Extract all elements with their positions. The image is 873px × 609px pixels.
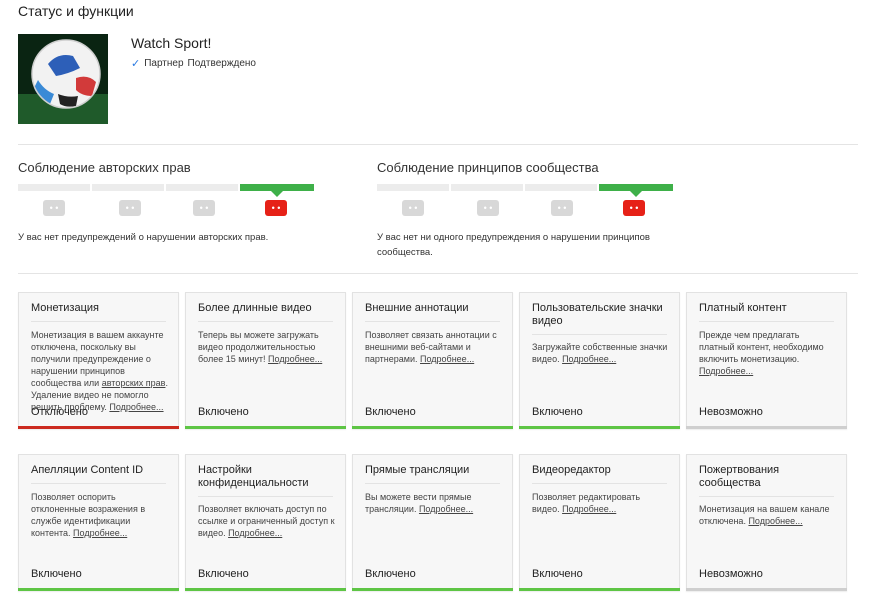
channel-avatar[interactable] [18, 34, 108, 124]
feature-card-fan-funding[interactable]: Пожертвования сообщества Монетизация на … [686, 454, 847, 591]
channel-name[interactable]: Watch Sport! [131, 35, 211, 51]
sad-face-icon: • • [477, 200, 499, 216]
feature-description: Загружайте собственные значки видео. Под… [532, 342, 668, 364]
strike-faces: • • • • • • • • [377, 200, 675, 218]
feature-description: Позволяет включать доступ по ссылке и ог… [198, 504, 335, 538]
feature-card-paid-content[interactable]: Платный контент Прежде чем предлагать пл… [686, 292, 847, 429]
divider [18, 273, 858, 274]
feature-description: Позволяет оспорить отклоненные возражени… [31, 492, 146, 538]
feature-description: Теперь вы можете загружать видео продолж… [198, 330, 323, 364]
status-bar [686, 588, 847, 591]
more-link[interactable]: Подробнее... [109, 402, 163, 412]
divider [18, 144, 858, 145]
page-title: Статус и функции [18, 3, 134, 19]
feature-status: Невозможно [699, 568, 763, 580]
partner-label: Партнер [144, 58, 184, 69]
feature-title: Апелляции Content ID [31, 464, 166, 484]
community-strikes-section: Соблюдение принципов сообщества • • • • … [377, 160, 677, 258]
strike-segment [166, 184, 238, 191]
strike-segment [18, 184, 90, 191]
feature-description: Позволяет редактировать видео. Подробнее… [532, 492, 641, 514]
more-link[interactable]: Подробнее... [420, 354, 474, 364]
feature-title: Настройки конфиденциальности [198, 464, 333, 497]
feature-status: Включено [532, 406, 583, 418]
checkmark-icon: ✓ [131, 58, 141, 70]
feature-status: Невозможно [699, 406, 763, 418]
copyright-strikes-text: У вас нет предупреждений о нарушении авт… [18, 232, 269, 243]
strike-segment-active [239, 184, 314, 197]
feature-title: Пользовательские значки видео [532, 302, 667, 335]
sad-face-icon: • • [551, 200, 573, 216]
feature-status: Включено [365, 406, 416, 418]
strike-faces: • • • • • • • • [18, 200, 316, 218]
status-bar [185, 426, 346, 429]
more-link[interactable]: Подробнее... [562, 504, 616, 514]
community-strikes-title: Соблюдение принципов сообщества [377, 160, 599, 175]
copyright-strikes-section: Соблюдение авторских прав • • • • • • • … [18, 160, 318, 243]
feature-card-monetization[interactable]: Монетизация Монетизация в вашем аккаунте… [18, 292, 179, 429]
strike-segment-active [598, 184, 673, 197]
feature-card-live-streaming[interactable]: Прямые трансляции Вы можете вести прямые… [352, 454, 513, 591]
feature-status: Включено [198, 406, 249, 418]
copyright-link[interactable]: авторских прав [102, 378, 166, 388]
feature-description: Монетизация в вашем аккаунте отключена, … [31, 330, 168, 412]
feature-title: Внешние аннотации [365, 302, 500, 322]
soccer-ball-icon [18, 34, 108, 124]
sad-face-icon: • • [119, 200, 141, 216]
sad-face-icon: • • [402, 200, 424, 216]
status-bar [18, 588, 179, 591]
feature-status: Включено [31, 568, 82, 580]
strike-segment [450, 184, 523, 191]
status-bar [686, 426, 847, 429]
more-link[interactable]: Подробнее... [73, 528, 127, 538]
status-bar [18, 426, 179, 429]
strike-segment [525, 184, 597, 191]
feature-card-external-annotations[interactable]: Внешние аннотации Позволяет связать анно… [352, 292, 513, 429]
strike-segment [91, 184, 164, 191]
more-link[interactable]: Подробнее... [699, 366, 753, 376]
happy-face-icon: • • [265, 200, 287, 216]
feature-card-longer-videos[interactable]: Более длинные видео Теперь вы можете заг… [185, 292, 346, 429]
feature-card-content-id-appeals[interactable]: Апелляции Content ID Позволяет оспорить … [18, 454, 179, 591]
strike-segment [377, 184, 449, 191]
feature-card-video-editor[interactable]: Видеоредактор Позволяет редактировать ви… [519, 454, 680, 591]
feature-status: Включено [198, 568, 249, 580]
more-link[interactable]: Подробнее... [268, 354, 322, 364]
feature-title: Пожертвования сообщества [699, 464, 834, 497]
feature-status: Отключено [31, 406, 88, 418]
status-bar [519, 426, 680, 429]
community-strikes-text: У вас нет ни одного предупреждения о нар… [377, 232, 650, 258]
status-bar [352, 588, 513, 591]
copyright-strikes-title: Соблюдение авторских прав [18, 160, 191, 175]
partner-status: ✓ Партнер Подтверждено [131, 57, 256, 70]
feature-status: Включено [365, 568, 416, 580]
feature-title: Платный контент [699, 302, 834, 322]
feature-card-privacy-settings[interactable]: Настройки конфиденциальности Позволяет в… [185, 454, 346, 591]
feature-status: Включено [532, 568, 583, 580]
feature-title: Видеоредактор [532, 464, 667, 484]
status-bar [519, 588, 680, 591]
feature-title: Монетизация [31, 302, 166, 322]
more-link[interactable]: Подробнее... [228, 528, 282, 538]
copyright-strike-meter [18, 184, 316, 197]
more-link[interactable]: Подробнее... [562, 354, 616, 364]
feature-card-custom-thumbnails[interactable]: Пользовательские значки видео Загружайте… [519, 292, 680, 429]
more-link[interactable]: Подробнее... [748, 516, 802, 526]
feature-description: Позволяет связать аннотации с внешними в… [365, 330, 497, 364]
happy-face-icon: • • [623, 200, 645, 216]
sad-face-icon: • • [193, 200, 215, 216]
feature-title: Более длинные видео [198, 302, 333, 322]
status-bar [185, 588, 346, 591]
feature-title: Прямые трансляции [365, 464, 500, 484]
feature-description: Прежде чем предлагать платный контент, н… [699, 330, 824, 376]
feature-description: Вы можете вести прямые трансляции. Подро… [365, 492, 474, 514]
community-strike-meter [377, 184, 675, 197]
sad-face-icon: • • [43, 200, 65, 216]
status-bar [352, 426, 513, 429]
more-link[interactable]: Подробнее... [419, 504, 473, 514]
feature-description: Монетизация на вашем канале отключена. П… [699, 504, 830, 526]
partner-status-value: Подтверждено [187, 58, 256, 69]
